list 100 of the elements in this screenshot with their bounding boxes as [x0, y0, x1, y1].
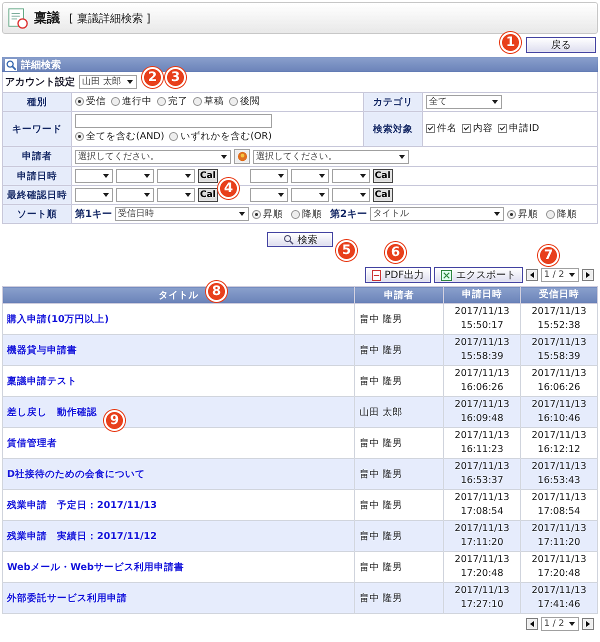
keyword-field[interactable]	[75, 114, 272, 128]
table-cell: 畠中 隆男	[354, 520, 444, 552]
category-select[interactable]: 全て	[426, 95, 502, 109]
previous-page-button[interactable]	[526, 618, 538, 630]
page-subtitle: [ 稟議詳細検索 ]	[69, 10, 151, 26]
calendar-button[interactable]: Cal	[198, 188, 218, 202]
radio-button[interactable]	[169, 132, 178, 141]
title-link[interactable]: 賃借管理者	[7, 438, 57, 448]
next-page-button[interactable]	[582, 269, 594, 281]
account-select[interactable]: 山田 太郎	[79, 75, 137, 89]
field-label: 申請者	[2, 146, 72, 166]
year-select[interactable]	[250, 169, 288, 183]
radio-button[interactable]	[75, 97, 84, 106]
callout-badge: 7	[538, 245, 559, 266]
next-page-button[interactable]	[582, 618, 594, 630]
radio-button[interactable]	[229, 97, 238, 106]
group-picker-button[interactable]	[234, 149, 250, 164]
radio-label: 受信	[86, 95, 106, 108]
user-select[interactable]: 選択してください。	[253, 150, 409, 164]
sort-key-label: 第2キー	[330, 208, 367, 221]
title-link[interactable]: 購入申請(10万円以上)	[7, 314, 109, 324]
table-cell: 2017/11/13 17:41:46	[520, 582, 598, 614]
table-cell: 2017/11/13 16:09:48	[444, 396, 521, 428]
table-cell: 2017/11/13 16:53:37	[444, 458, 521, 490]
title-link[interactable]: 外部委託サービス利用申請	[7, 592, 127, 604]
search-button[interactable]: 検索	[267, 232, 333, 247]
radio-button[interactable]	[546, 210, 555, 218]
radio-label: 全てを含む(AND)	[86, 130, 164, 143]
sort-key-select[interactable]: 受信日時	[114, 207, 249, 221]
page-select[interactable]: 1 / 2	[541, 268, 579, 282]
day-select[interactable]	[157, 188, 195, 202]
title-link[interactable]: D社接待のための会食について	[7, 468, 145, 480]
calendar-button[interactable]: Cal	[372, 188, 393, 202]
column-header: 申請者	[354, 286, 444, 304]
column-header: 受信日時	[520, 286, 598, 304]
table-cell: 2017/11/13 15:58:39	[444, 334, 521, 366]
pdf-export-button[interactable]: PDF出力	[364, 267, 431, 283]
radio-label: 進行中	[122, 95, 152, 108]
radio-label: 草稿	[204, 95, 224, 108]
radio-button[interactable]	[111, 97, 120, 106]
field-label: 検索対象	[364, 112, 423, 146]
day-select[interactable]	[332, 169, 370, 183]
title-link[interactable]: 機器貸与申請書	[7, 344, 77, 356]
table-cell: 2017/11/13 17:11:20	[444, 520, 521, 552]
callout-badge: 3	[165, 67, 186, 88]
checkbox[interactable]	[426, 124, 436, 133]
title-link[interactable]: Webメール・Webサービス利用申請書	[7, 562, 184, 572]
title-link[interactable]: 残業申請 実績日：2017/11/12	[7, 530, 157, 542]
page-select[interactable]: 1 / 2	[541, 617, 579, 631]
title-link[interactable]: 稟議申請テスト	[7, 376, 77, 386]
radio-label: 後閲	[240, 95, 260, 108]
radio-button[interactable]	[506, 210, 516, 218]
day-select[interactable]	[332, 188, 370, 202]
sort-key-select[interactable]: タイトル	[370, 207, 504, 221]
column-header: 申請日時	[444, 286, 521, 304]
table-cell: 畠中 隆男	[354, 582, 444, 614]
month-select[interactable]	[290, 188, 329, 202]
radio-button[interactable]	[252, 210, 261, 218]
document-icon	[372, 270, 381, 280]
group-select[interactable]: 選択してください。	[75, 150, 231, 164]
radio-label: いずれかを含む(OR)	[180, 130, 272, 143]
calendar-button[interactable]: Cal	[372, 169, 393, 183]
table-cell: 2017/11/13 16:53:43	[520, 458, 598, 490]
field-label: カテゴリ	[364, 92, 423, 112]
title-link[interactable]: 残業申請 予定日：2017/11/13	[7, 500, 157, 510]
callout-badge: 1	[500, 32, 521, 53]
back-button[interactable]: 戻る	[526, 37, 596, 53]
checkbox-label: 内容	[473, 122, 494, 135]
callout-badge: 4	[218, 178, 239, 199]
radio-button[interactable]	[75, 132, 84, 141]
month-select[interactable]	[116, 169, 154, 183]
search-icon	[282, 234, 294, 245]
year-select[interactable]	[75, 169, 113, 183]
export-button[interactable]: エクスポート	[434, 267, 523, 283]
calendar-button[interactable]: Cal	[198, 169, 218, 183]
radio-button[interactable]	[157, 97, 166, 106]
year-select[interactable]	[250, 188, 288, 202]
field-label: ソート順	[2, 204, 72, 224]
checkbox[interactable]	[498, 124, 508, 133]
sort-key-label: 第1キー	[75, 208, 112, 221]
day-select[interactable]	[157, 169, 195, 183]
previous-page-button[interactable]	[526, 269, 538, 281]
checkbox[interactable]	[462, 124, 472, 133]
month-select[interactable]	[116, 188, 154, 202]
table-cell: 山田 太郎	[354, 396, 444, 428]
title-link[interactable]: 差し戻し 動作確認	[7, 406, 97, 418]
field-label: 申請日時	[2, 166, 72, 186]
page-title: 稟議	[34, 10, 60, 27]
callout-badge: 8	[206, 281, 227, 302]
year-select[interactable]	[75, 188, 113, 202]
callout-badge: 6	[385, 242, 406, 263]
table-cell: 畠中 隆男	[354, 334, 444, 366]
table-cell: 2017/11/13 16:10:46	[520, 396, 598, 428]
radio-button[interactable]	[193, 97, 202, 106]
table-cell: 2017/11/13 17:11:20	[520, 520, 598, 552]
group-icon	[236, 151, 248, 162]
spreadsheet-icon	[441, 270, 452, 280]
radio-button[interactable]	[290, 210, 300, 218]
month-select[interactable]	[290, 169, 329, 183]
table-cell: 2017/11/13 15:58:39	[520, 334, 598, 366]
